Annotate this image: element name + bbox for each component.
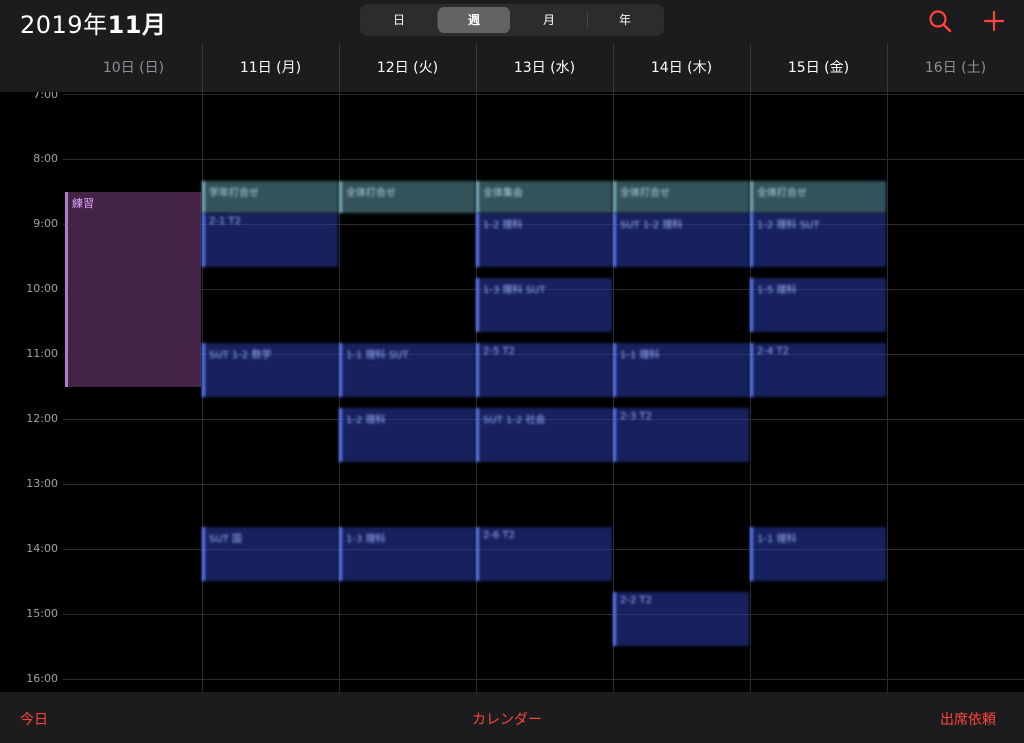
- time-label: 13:00: [26, 477, 58, 490]
- calendar-event[interactable]: 1-2 理科 SUT: [750, 213, 886, 268]
- calendar-event[interactable]: 1-5 理科: [750, 278, 886, 333]
- calendar-event[interactable]: 練習: [65, 191, 201, 387]
- calendar-event[interactable]: 2-5 T2: [476, 343, 612, 398]
- time-label: 8:00: [33, 152, 58, 165]
- time-label: 12:00: [26, 412, 58, 425]
- calendar-event[interactable]: 学年打合せ: [202, 180, 338, 214]
- calendar-event[interactable]: 2-6 T2: [476, 527, 612, 582]
- calendar-event[interactable]: 1-2 理科: [476, 213, 612, 268]
- segment-day[interactable]: 日: [363, 7, 435, 33]
- bottom-toolbar: 今日 カレンダー 出席依頼: [0, 692, 1024, 743]
- calendar-event[interactable]: 全体打合せ: [613, 180, 749, 214]
- calendar-event[interactable]: 全体集会: [476, 180, 612, 214]
- calendar-event[interactable]: 全体打合せ: [750, 180, 886, 214]
- calendar-event[interactable]: 1-3 理科 SUT: [476, 278, 612, 333]
- calendar-event[interactable]: 全体打合せ: [339, 180, 475, 214]
- inbox-button[interactable]: 出席依頼: [940, 709, 996, 729]
- time-label: 10:00: [26, 282, 58, 295]
- day-header[interactable]: 11日 (月): [202, 57, 339, 77]
- week-timeline[interactable]: 7:00 8:00 9:00 10:00 11:00 12:00 13:00 1…: [0, 92, 1024, 692]
- calendar-event[interactable]: SUT 国: [202, 527, 338, 582]
- navigation-bar: 2019年11月 日 週 月 年 10日 (日) 11日 (月) 12日 (火)…: [0, 0, 1024, 92]
- calendars-button[interactable]: カレンダー: [472, 709, 542, 729]
- calendar-event[interactable]: 2-1 T2: [202, 213, 338, 268]
- calendar-event[interactable]: 1-1 理科: [613, 343, 749, 398]
- view-segmented-control: 日 週 月 年: [360, 4, 664, 36]
- calendar-event[interactable]: SUT 1-2 理科: [613, 213, 749, 268]
- calendar-event[interactable]: SUT 1-2 社会: [476, 408, 612, 463]
- day-header[interactable]: 10日 (日): [65, 57, 202, 77]
- day-header[interactable]: 16日 (土): [887, 57, 1024, 77]
- calendar-event[interactable]: SUT 1-2 数学: [202, 343, 338, 398]
- calendar-event[interactable]: 1-3 理科: [339, 527, 475, 582]
- time-label: 7:00: [33, 92, 58, 101]
- time-label: 16:00: [26, 672, 58, 685]
- month-title: 2019年11月: [20, 11, 167, 39]
- search-icon[interactable]: [926, 7, 954, 35]
- time-label: 9:00: [33, 217, 58, 230]
- day-header-row: 10日 (日) 11日 (月) 12日 (火) 13日 (水) 14日 (木) …: [0, 44, 1024, 92]
- day-header[interactable]: 15日 (金): [750, 57, 887, 77]
- segment-month[interactable]: 月: [513, 7, 585, 33]
- today-button[interactable]: 今日: [20, 709, 48, 729]
- day-header[interactable]: 14日 (木): [613, 57, 750, 77]
- calendar-event[interactable]: 2-2 T2: [613, 592, 749, 647]
- calendar-event[interactable]: 2-4 T2: [750, 343, 886, 398]
- day-header[interactable]: 12日 (火): [339, 57, 476, 77]
- plus-icon[interactable]: [980, 7, 1008, 35]
- calendar-event[interactable]: 1-1 理科 SUT: [339, 343, 475, 398]
- calendar-event[interactable]: 1-1 理科: [750, 527, 886, 582]
- time-label: 14:00: [26, 542, 58, 555]
- segment-year[interactable]: 年: [589, 7, 661, 33]
- segment-week[interactable]: 週: [438, 7, 510, 33]
- calendar-event[interactable]: 1-2 理科: [339, 408, 475, 463]
- day-header[interactable]: 13日 (水): [476, 57, 613, 77]
- time-label: 11:00: [26, 347, 58, 360]
- calendar-event[interactable]: 2-3 T2: [613, 408, 749, 463]
- time-label: 15:00: [26, 607, 58, 620]
